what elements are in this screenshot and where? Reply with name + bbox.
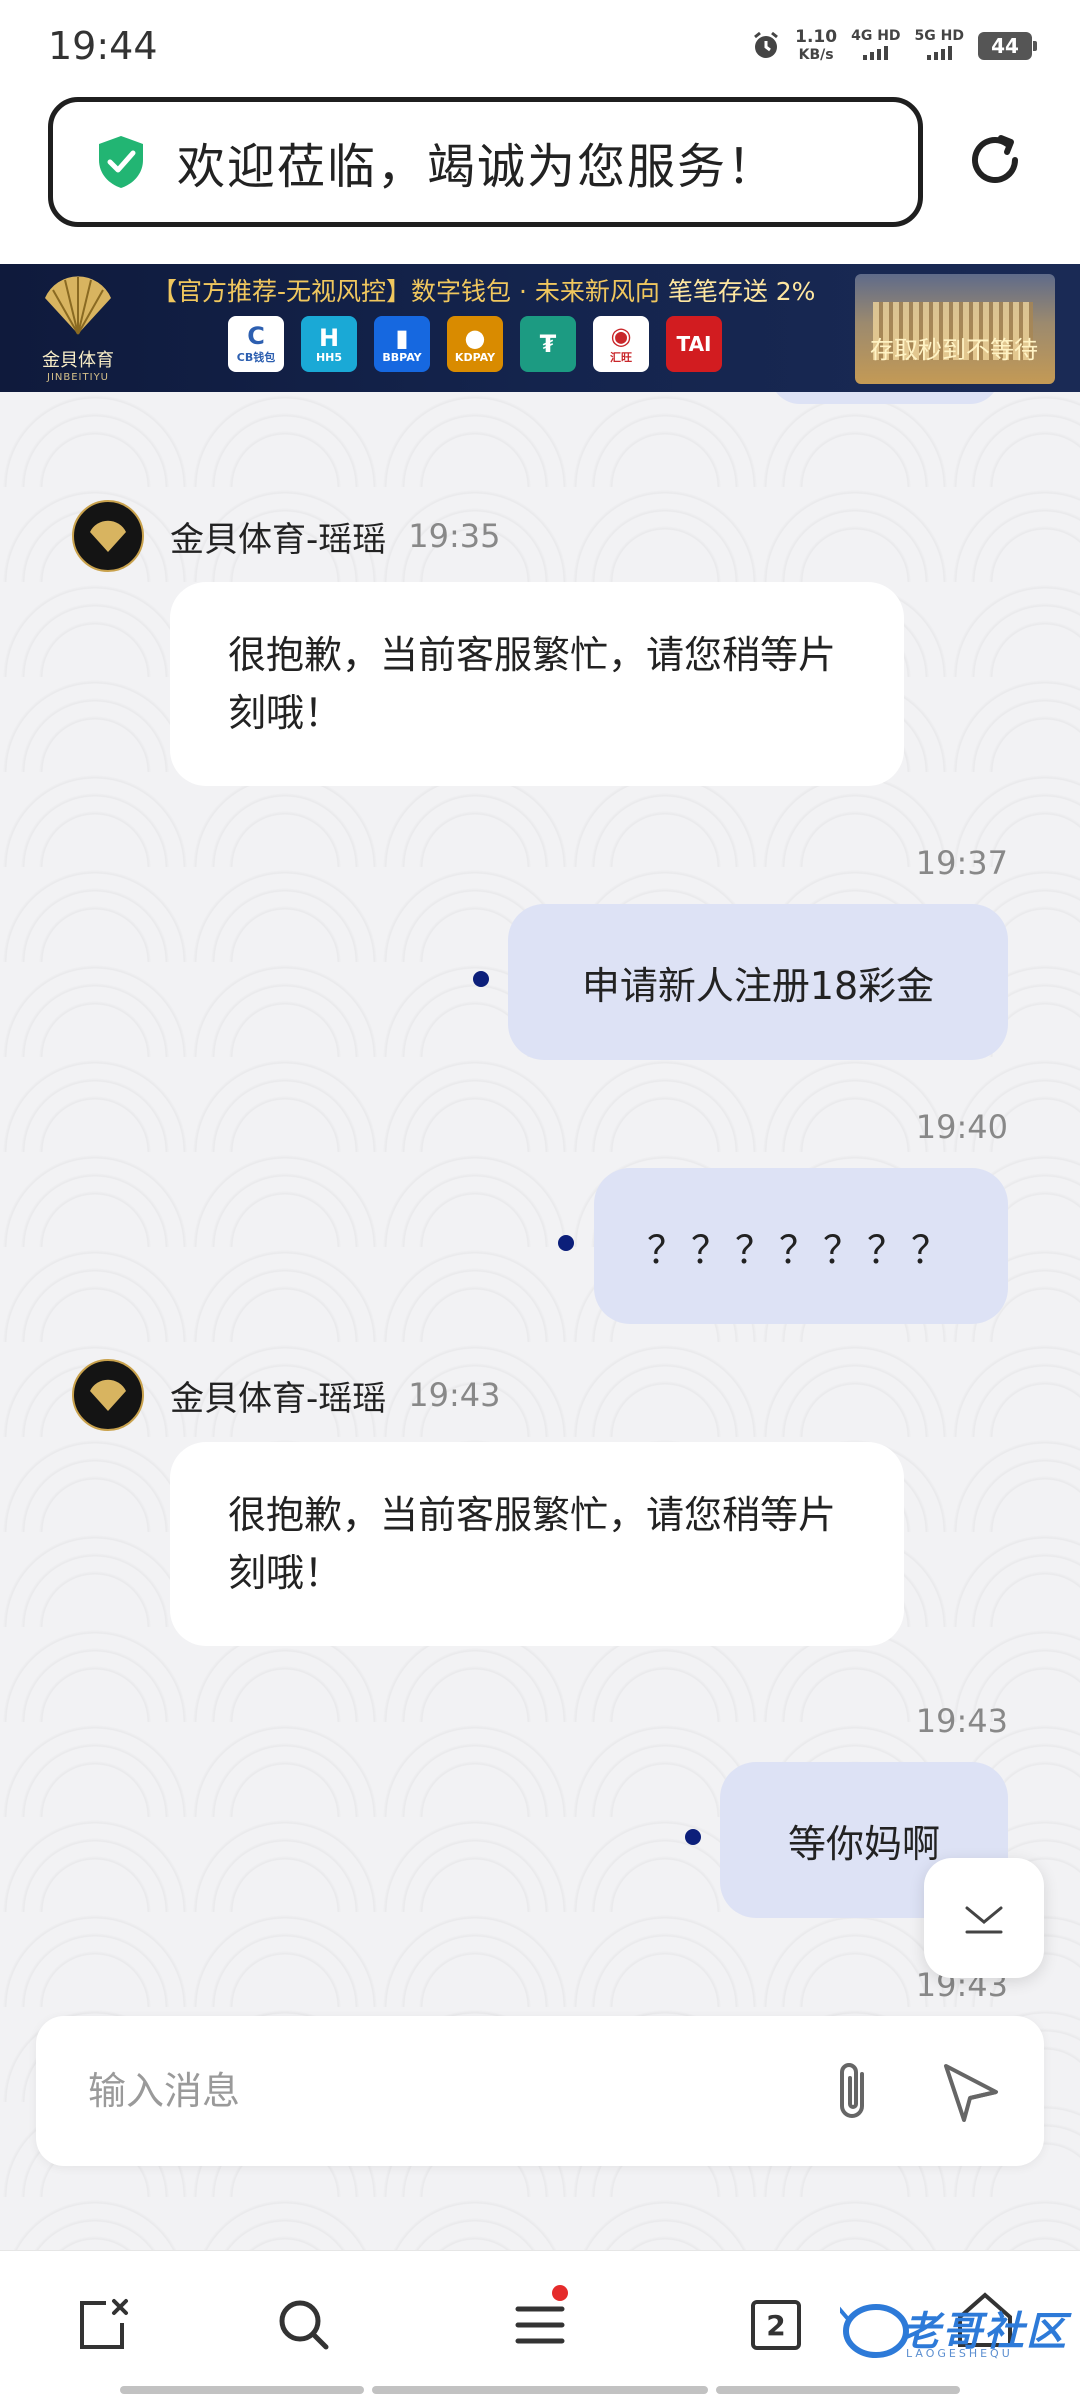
tabs-button[interactable]: 2	[742, 2291, 810, 2359]
gesture-bar	[716, 2386, 960, 2394]
user-message-bubble[interactable]: 申请新人注册18彩金	[508, 904, 1008, 1060]
kdpay-icon: ● KDPAY	[447, 316, 503, 372]
sent-status-dot	[473, 971, 489, 987]
cb-wallet-icon: C CB钱包	[228, 316, 284, 372]
message-time: 19:43	[915, 1702, 1008, 1740]
message-time: 19:40	[915, 1108, 1008, 1146]
hh5-icon: H HH5	[301, 316, 357, 372]
alarm-icon	[754, 31, 779, 58]
welcome-banner: 欢迎莅临，竭诚为您服务！	[48, 97, 923, 227]
menu-icon	[515, 2306, 565, 2344]
message-input[interactable]	[88, 2069, 788, 2113]
send-icon[interactable]	[936, 2058, 1004, 2126]
shell-logo-icon	[45, 276, 111, 335]
brand-logo: 金貝体育 JINBEITIYU	[28, 270, 128, 388]
previous-message-bubble	[770, 392, 1000, 404]
status-bar: 19:44 1.10 KB/s 4G HD 5G HD 44	[0, 0, 1080, 95]
refresh-icon[interactable]	[965, 130, 1025, 190]
chat-area[interactable]: 金貝体育-瑶瑶 19:35 很抱歉，当前客服繁忙，请您稍等片刻哦！ 19:37 …	[0, 392, 1080, 2250]
tai-icon: TAI	[666, 316, 722, 372]
agent-name: 金貝体育-瑶瑶	[170, 519, 387, 560]
agent-message-bubble[interactable]: 很抱歉，当前客服繁忙，请您稍等片刻哦！	[170, 582, 904, 786]
gesture-bar	[372, 2386, 708, 2394]
watermark-logo: 老哥社区 LAOGESHEQU	[840, 2291, 1070, 2371]
message-composer	[36, 2016, 1044, 2166]
tabs-count: 2	[751, 2300, 801, 2350]
search-icon	[279, 2300, 329, 2350]
signal-bars-icon	[863, 44, 889, 60]
menu-button[interactable]	[506, 2285, 574, 2359]
message-time: 19:37	[915, 844, 1008, 882]
paperclip-icon[interactable]	[820, 2056, 890, 2126]
avatar[interactable]	[72, 500, 144, 572]
message-time: 19:43	[408, 1376, 501, 1414]
close-page-icon	[80, 2299, 128, 2349]
signal-bars-icon	[926, 44, 952, 60]
agent-name: 金貝体育-瑶瑶	[170, 1378, 387, 1419]
agent-header: 金貝体育-瑶瑶 19:35	[72, 500, 501, 572]
shell-logo-icon	[90, 520, 126, 552]
gesture-bar	[120, 2386, 364, 2394]
search-button[interactable]	[270, 2291, 338, 2359]
ad-banner[interactable]: 金貝体育 JINBEITIYU 【官方推荐-无视风控】数字钱包 · 未来新风向 …	[0, 264, 1080, 392]
browser-bottom-nav: 2 老哥社区 LAOGESHEQU	[0, 2250, 1080, 2400]
signal-4g: 4G HD	[851, 28, 901, 64]
signal-5g: 5G HD	[915, 28, 964, 64]
bbpay-icon: ▮ BBPAY	[374, 316, 430, 372]
sent-status-dot	[558, 1235, 574, 1251]
message-time: 19:35	[408, 517, 501, 555]
shell-logo-icon	[90, 1379, 126, 1411]
banner-cta: 存取秒到不等待	[870, 336, 1038, 364]
agent-header: 金貝体育-瑶瑶 19:43	[72, 1359, 501, 1431]
tether-icon: ₮	[520, 316, 576, 372]
status-time: 19:44	[48, 24, 158, 68]
battery-icon: 44	[978, 32, 1037, 60]
avatar[interactable]	[72, 1359, 144, 1431]
welcome-text: 欢迎莅临，竭诚为您服务！	[177, 139, 778, 195]
scroll-to-bottom-button[interactable]	[924, 1858, 1044, 1978]
network-speed: 1.10 KB/s	[795, 27, 838, 63]
shield-check-icon	[99, 136, 143, 188]
agent-message-bubble[interactable]: 很抱歉，当前客服繁忙，请您稍等片刻哦！	[170, 1442, 904, 1646]
chevron-down-icon	[965, 1906, 1003, 1934]
close-tab-button[interactable]	[68, 2291, 136, 2359]
hotel-photo	[855, 274, 1055, 384]
notification-dot	[552, 2285, 568, 2301]
user-message-bubble[interactable]: ？？？？？？？	[594, 1168, 1008, 1324]
payment-methods: C CB钱包 H HH5 ▮ BBPAY ● KDPAY ₮ ◉ 汇旺 TAI	[228, 316, 722, 372]
huiwang-icon: ◉ 汇旺	[593, 316, 649, 372]
banner-headline: 【官方推荐-无视风控】数字钱包 · 未来新风向 笔笔存送 2%	[152, 277, 816, 306]
status-icons: 1.10 KB/s 4G HD 5G HD 44	[751, 27, 1037, 64]
sent-status-dot	[685, 1829, 701, 1845]
